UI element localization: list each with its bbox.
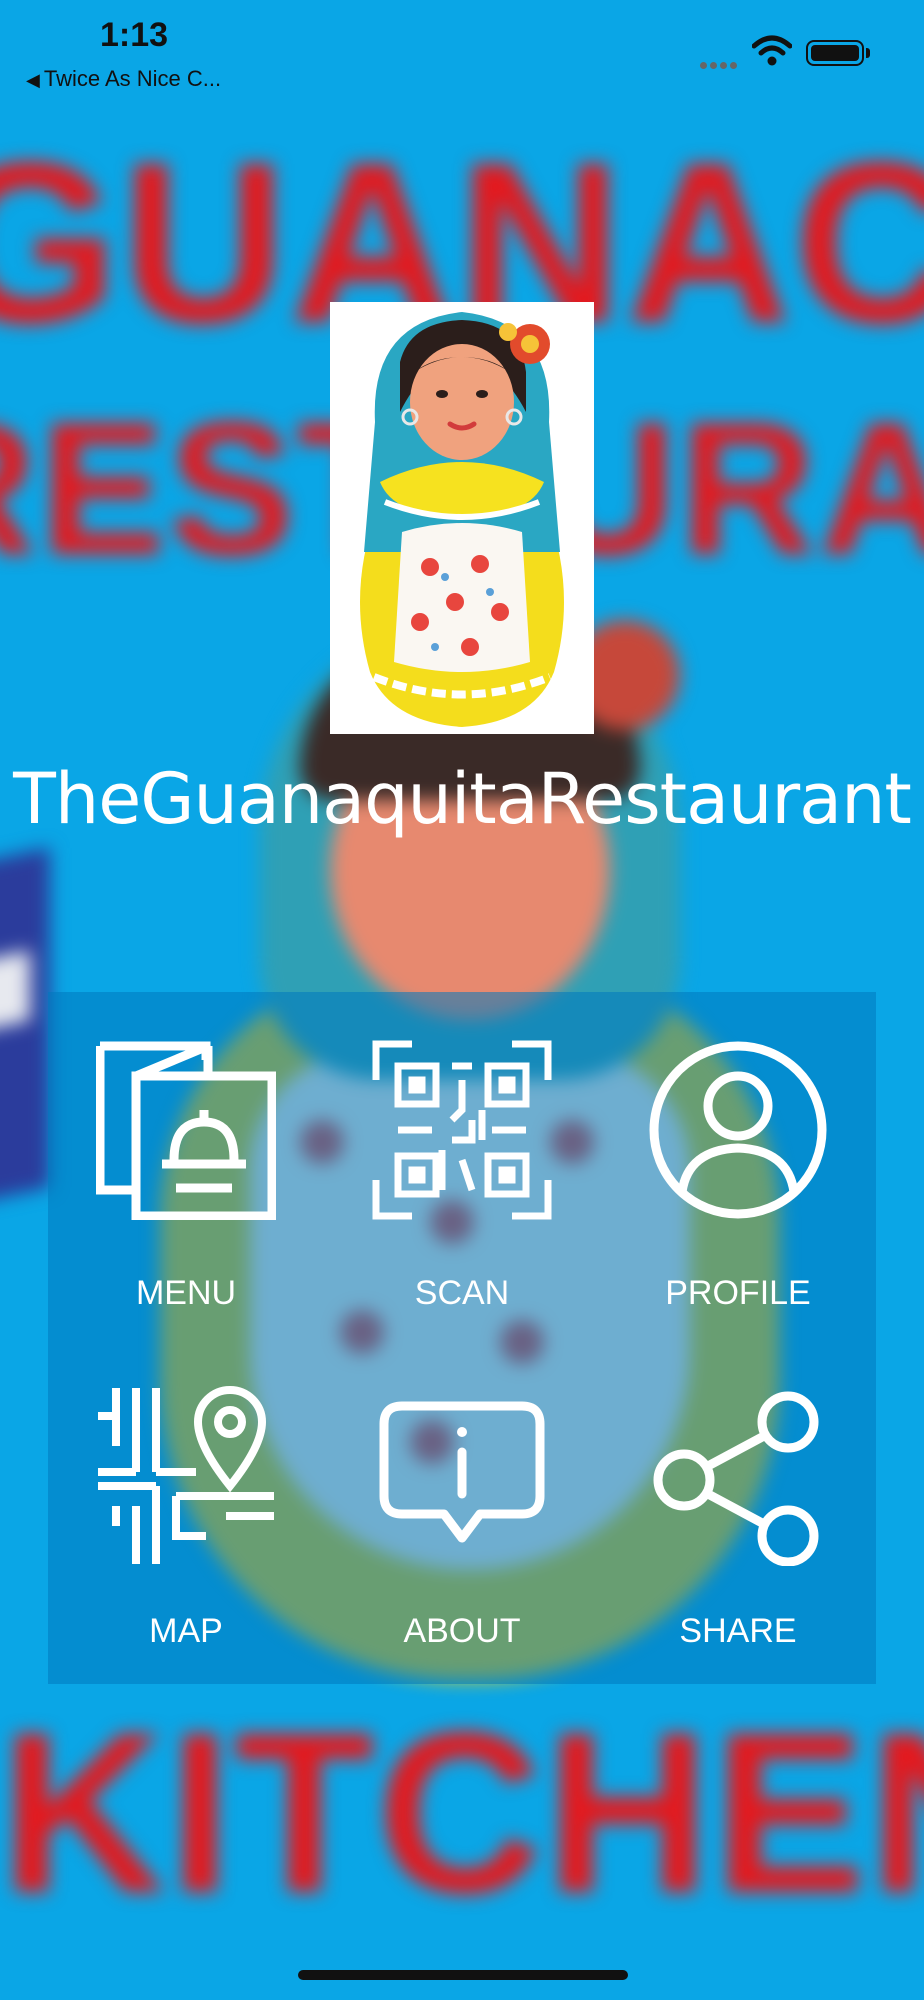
about-label: ABOUT [403, 1612, 521, 1650]
profile-button[interactable]: PROFILE [600, 992, 876, 1338]
profile-icon [649, 1041, 827, 1219]
restaurant-title: TheGuanaquitaRestaurant [13, 758, 912, 840]
info-bubble-icon [379, 1401, 545, 1543]
map-button[interactable]: MAP [48, 1338, 324, 1684]
matryoshka-doll-image [360, 312, 564, 727]
battery-cap [866, 48, 870, 58]
wifi-icon [752, 35, 792, 66]
status-time: 1:13 [100, 16, 169, 54]
scan-button[interactable]: SCAN [324, 992, 600, 1338]
back-link-label: Twice As Nice C... [43, 66, 222, 91]
menu-icon [96, 1041, 276, 1220]
home-indicator[interactable] [298, 1970, 628, 1980]
menu-label: MENU [135, 1274, 237, 1312]
map-label: MAP [149, 1612, 223, 1650]
action-grid: MENU SCAN PROFILE MAP ABOUT SHARE [48, 992, 876, 1684]
map-pin-icon [98, 1386, 274, 1564]
restaurant-logo [330, 302, 594, 734]
cellular-signal-icon [700, 56, 742, 69]
battery-icon [806, 40, 864, 66]
qr-code-icon [372, 1040, 552, 1220]
profile-label: PROFILE [665, 1274, 811, 1312]
back-triangle-icon: ◀ [26, 70, 40, 90]
share-button[interactable]: SHARE [600, 1338, 876, 1684]
menu-button[interactable]: MENU [48, 992, 324, 1338]
about-button[interactable]: ABOUT [324, 1338, 600, 1684]
share-icon [653, 1391, 819, 1566]
back-to-app-link[interactable]: ◀ Twice As Nice C... [26, 66, 221, 92]
scan-label: SCAN [414, 1274, 510, 1312]
share-label: SHARE [679, 1612, 797, 1650]
